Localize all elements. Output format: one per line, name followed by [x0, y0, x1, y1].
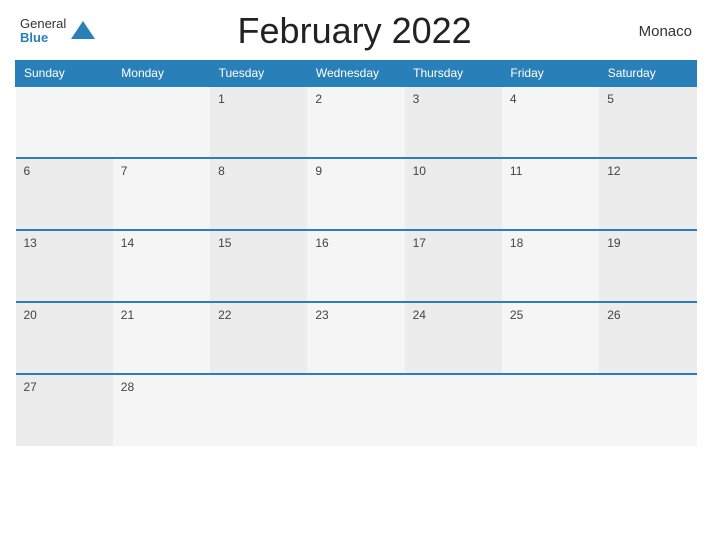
day-number: 10 [413, 164, 426, 178]
calendar-day-16: 16 [307, 230, 404, 302]
calendar-week-1: 6 7 8 9 10 11 12 [16, 158, 697, 230]
calendar-week-3: 20 21 22 23 24 25 26 [16, 302, 697, 374]
calendar-day-9: 9 [307, 158, 404, 230]
calendar-day-26: 26 [599, 302, 696, 374]
calendar-day-24: 24 [405, 302, 502, 374]
calendar-day-13: 13 [16, 230, 113, 302]
calendar-day-10: 10 [405, 158, 502, 230]
day-number: 9 [315, 164, 322, 178]
calendar-day-empty [599, 374, 696, 446]
day-number: 18 [510, 236, 523, 250]
calendar-day-27: 27 [16, 374, 113, 446]
calendar-day-19: 19 [599, 230, 696, 302]
calendar-day-2: 2 [307, 86, 404, 158]
calendar-day-17: 17 [405, 230, 502, 302]
calendar-day-25: 25 [502, 302, 599, 374]
day-number: 11 [510, 164, 522, 178]
day-number: 3 [413, 92, 420, 106]
day-number: 1 [218, 92, 225, 106]
calendar-day-14: 14 [113, 230, 210, 302]
day-number: 24 [413, 308, 426, 322]
day-number: 5 [607, 92, 614, 106]
weekday-sunday: Sunday [16, 61, 113, 87]
calendar-title: February 2022 [97, 10, 612, 52]
day-number: 19 [607, 236, 620, 250]
day-number: 4 [510, 92, 517, 106]
weekday-monday: Monday [113, 61, 210, 87]
weekday-friday: Friday [502, 61, 599, 87]
day-number: 23 [315, 308, 328, 322]
weekday-tuesday: Tuesday [210, 61, 307, 87]
calendar-day-5: 5 [599, 86, 696, 158]
calendar-day-11: 11 [502, 158, 599, 230]
calendar-day-22: 22 [210, 302, 307, 374]
day-number: 7 [121, 164, 128, 178]
day-number: 21 [121, 308, 134, 322]
calendar-container: General Blue February 2022 Monaco Sunday… [0, 0, 712, 550]
day-number: 15 [218, 236, 231, 250]
calendar-day-empty [113, 86, 210, 158]
logo-general-text: General [20, 17, 66, 31]
day-number: 13 [24, 236, 37, 250]
calendar-grid: Sunday Monday Tuesday Wednesday Thursday… [15, 60, 697, 446]
day-number: 28 [121, 380, 134, 394]
calendar-day-3: 3 [405, 86, 502, 158]
calendar-day-6: 6 [16, 158, 113, 230]
day-number: 16 [315, 236, 328, 250]
calendar-day-18: 18 [502, 230, 599, 302]
calendar-day-empty [405, 374, 502, 446]
calendar-week-0: 1 2 3 4 5 [16, 86, 697, 158]
calendar-day-1: 1 [210, 86, 307, 158]
logo-icon [69, 17, 97, 45]
weekday-wednesday: Wednesday [307, 61, 404, 87]
calendar-day-21: 21 [113, 302, 210, 374]
day-number: 26 [607, 308, 620, 322]
day-number: 8 [218, 164, 225, 178]
calendar-day-20: 20 [16, 302, 113, 374]
day-number: 20 [24, 308, 37, 322]
day-number: 2 [315, 92, 322, 106]
calendar-header: General Blue February 2022 Monaco [15, 10, 697, 52]
day-number: 22 [218, 308, 231, 322]
calendar-day-15: 15 [210, 230, 307, 302]
calendar-week-2: 13 14 15 16 17 18 19 [16, 230, 697, 302]
weekday-saturday: Saturday [599, 61, 696, 87]
calendar-week-4: 27 28 [16, 374, 697, 446]
logo-blue-text: Blue [20, 31, 66, 45]
calendar-region: Monaco [612, 23, 692, 40]
calendar-day-8: 8 [210, 158, 307, 230]
calendar-day-23: 23 [307, 302, 404, 374]
calendar-day-empty [502, 374, 599, 446]
logo: General Blue [20, 17, 97, 46]
day-number: 27 [24, 380, 37, 394]
calendar-day-7: 7 [113, 158, 210, 230]
day-number: 17 [413, 236, 426, 250]
calendar-day-empty [16, 86, 113, 158]
calendar-day-12: 12 [599, 158, 696, 230]
calendar-day-empty [307, 374, 404, 446]
weekday-thursday: Thursday [405, 61, 502, 87]
calendar-body: 1234567891011121314151617181920212223242… [16, 86, 697, 446]
calendar-day-28: 28 [113, 374, 210, 446]
calendar-day-empty [210, 374, 307, 446]
day-number: 25 [510, 308, 523, 322]
calendar-weekdays: Sunday Monday Tuesday Wednesday Thursday… [16, 61, 697, 87]
calendar-day-4: 4 [502, 86, 599, 158]
day-number: 14 [121, 236, 134, 250]
day-number: 12 [607, 164, 620, 178]
day-number: 6 [24, 164, 31, 178]
